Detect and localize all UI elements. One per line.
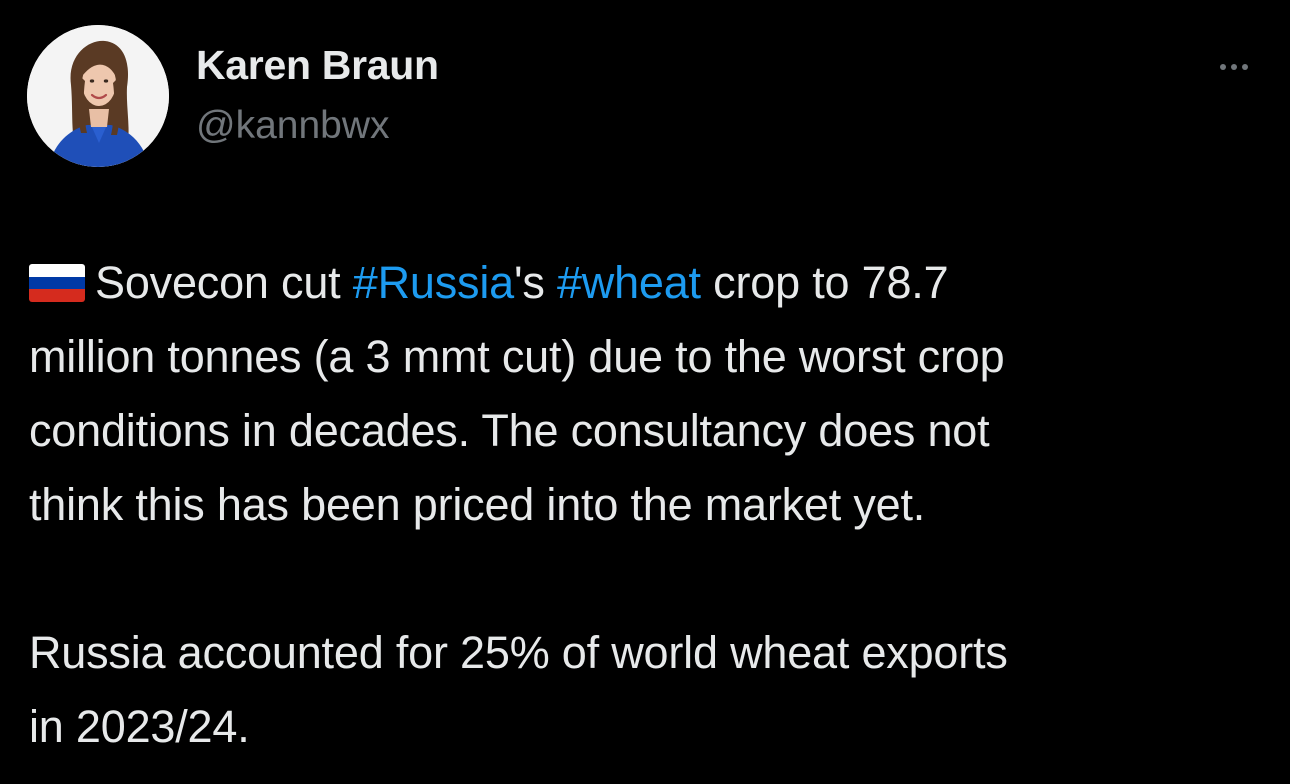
russia-flag-icon: [29, 264, 85, 302]
hashtag-russia-link[interactable]: #Russia: [353, 257, 514, 308]
tweet-line: think this has been priced into the mark…: [29, 479, 926, 530]
tweet-text-segment: Sovecon cut: [95, 257, 353, 308]
avatar-photo-icon: [27, 25, 169, 167]
tweet-line: conditions in decades. The consultancy d…: [29, 405, 990, 456]
tweet-line: Russia accounted for 25% of world wheat …: [29, 627, 1008, 678]
more-horizontal-icon: [1242, 64, 1248, 70]
tweet-text-segment: 's: [513, 257, 557, 308]
author-handle[interactable]: @kannbwx: [196, 104, 390, 148]
more-horizontal-icon: [1220, 64, 1226, 70]
author-display-name[interactable]: Karen Braun: [196, 42, 439, 89]
more-options-button[interactable]: [1206, 52, 1262, 82]
author-avatar[interactable]: [27, 25, 169, 167]
tweet-body: Sovecon cut #Russia's #wheat crop to 78.…: [29, 246, 1269, 764]
tweet-line: Sovecon cut #Russia's #wheat crop to 78.…: [29, 246, 1269, 320]
tweet-line: million tonnes (a 3 mmt cut) due to the …: [29, 331, 1005, 382]
hashtag-wheat-link[interactable]: #wheat: [557, 257, 701, 308]
tweet-line: in 2023/24.: [29, 701, 250, 752]
tweet: Karen Braun @kannbwx Sovecon cut #Russia…: [0, 0, 1290, 784]
more-horizontal-icon: [1231, 64, 1237, 70]
tweet-text-segment: crop to 78.7: [700, 257, 949, 308]
